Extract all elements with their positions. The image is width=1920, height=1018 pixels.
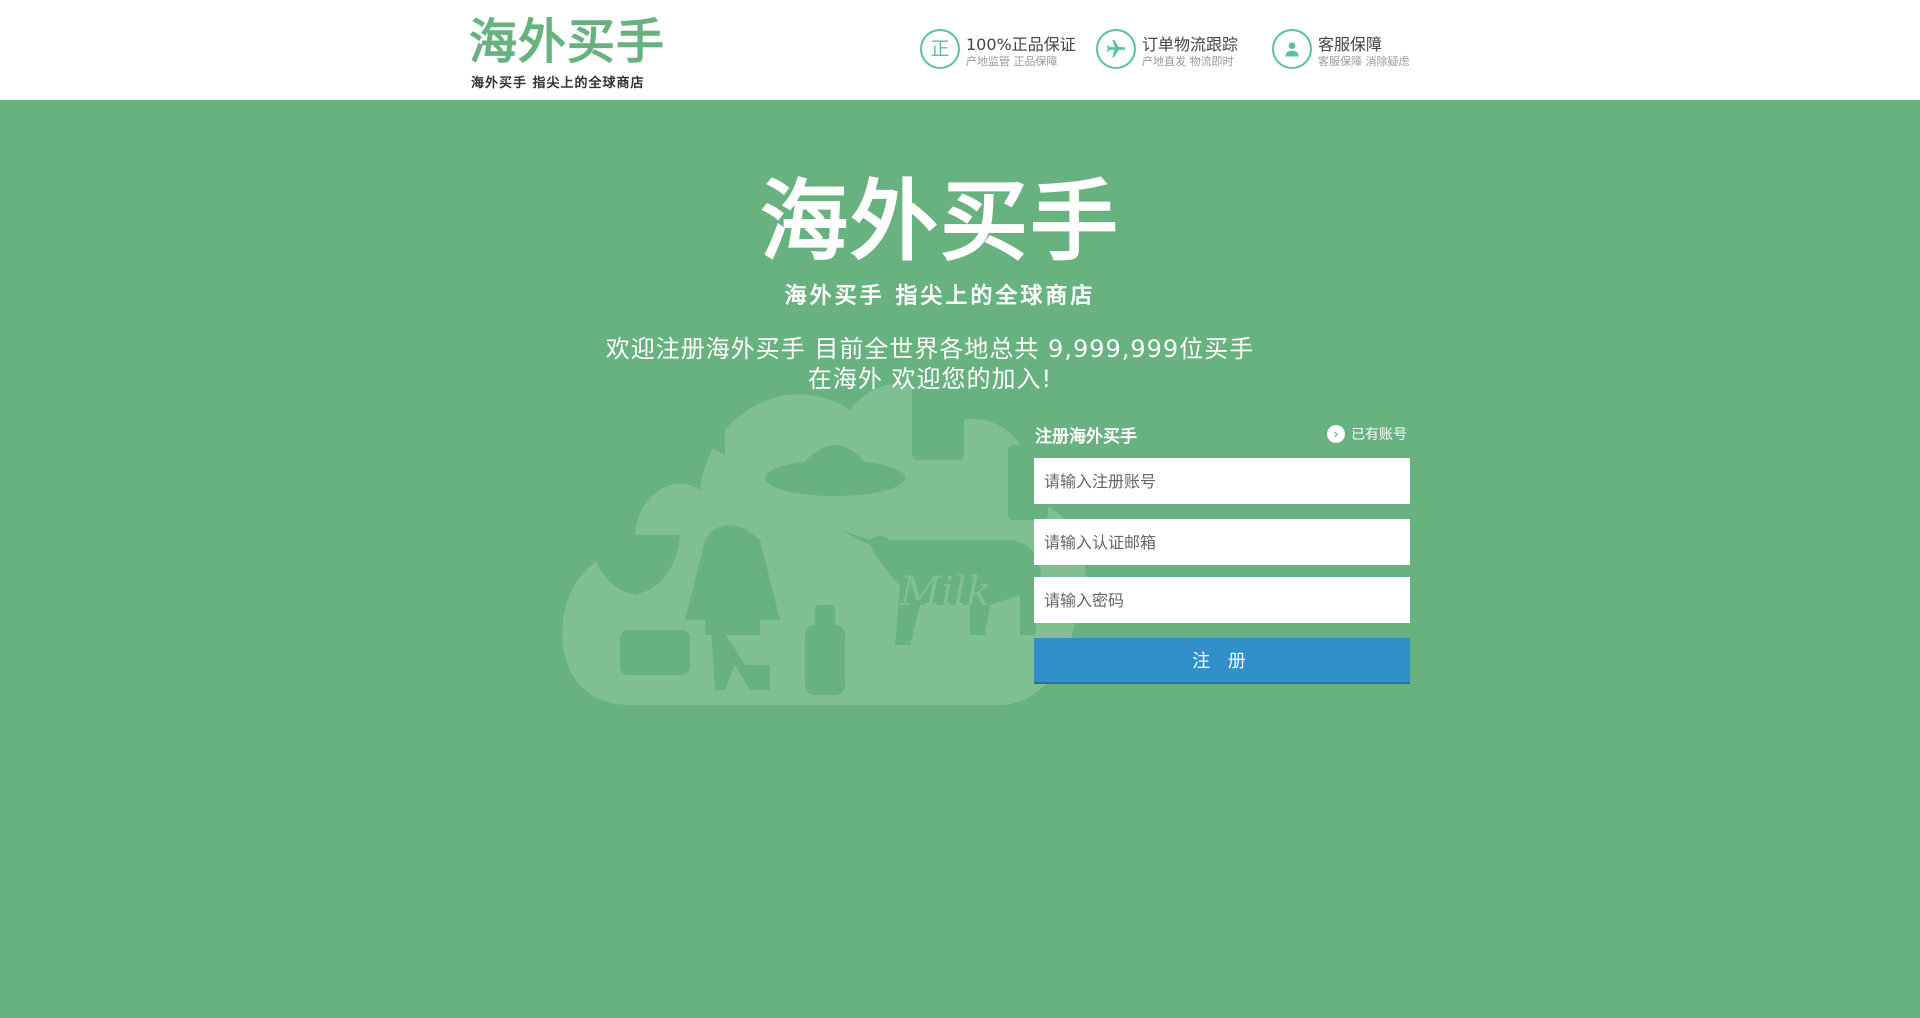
chevron-right-icon: › — [1327, 425, 1345, 443]
milk-text: Milk — [899, 569, 991, 615]
bowtie-icon — [665, 420, 725, 455]
logo-title: 海外买手 — [469, 14, 666, 70]
user-icon — [1272, 29, 1312, 69]
main-logo: 海外买手 海外买手 指尖上的全球商店 — [760, 170, 1121, 310]
feature-title: 订单物流跟踪 — [1142, 35, 1239, 54]
account-input[interactable] — [1034, 458, 1410, 504]
password-input[interactable] — [1034, 577, 1410, 623]
form-header: 注册海外买手 › 已有账号 — [1034, 420, 1410, 458]
welcome-line-2: 在海外 欢迎您的加入! — [807, 365, 1053, 393]
welcome-line-1: 欢迎注册海外买手 目前全世界各地总共 9,999,999位买手 — [605, 335, 1255, 363]
main-logo-subtitle: 海外买手 指尖上的全球商店 — [784, 284, 1096, 309]
airplane-icon — [1096, 29, 1136, 69]
logo-subtitle: 海外买手 指尖上的全球商店 — [471, 76, 645, 91]
site-logo[interactable]: 海外买手 海外买手 指尖上的全球商店 — [469, 14, 669, 91]
main-logo-title: 海外买手 — [760, 170, 1121, 273]
feature-title: 100%正品保证 — [966, 35, 1076, 54]
welcome-message: 欢迎注册海外买手 目前全世界各地总共 9,999,999位买手 在海外 欢迎您的… — [560, 334, 1300, 394]
genuine-icon: 正 — [920, 29, 960, 69]
have-account-label: 已有账号 — [1351, 427, 1407, 443]
register-form: 注册海外买手 › 已有账号 注 册 — [1034, 420, 1410, 684]
email-input[interactable] — [1034, 519, 1410, 565]
feature-subtitle: 产地监管 正品保障 — [966, 55, 1058, 68]
feature-subtitle: 产地直发 物流即时 — [1142, 55, 1234, 68]
feature-subtitle: 客服保障 消除疑虑 — [1318, 55, 1410, 68]
top-header: 海外买手 海外买手 指尖上的全球商店 正 100%正品保证 产地监管 正品保障 … — [0, 0, 1920, 100]
shopping-cloud-illustration: Milk — [562, 380, 1086, 705]
register-button[interactable]: 注 册 — [1034, 638, 1410, 684]
form-title: 注册海外买手 — [1035, 427, 1137, 447]
feature-title: 客服保障 — [1318, 35, 1383, 54]
have-account-link[interactable]: › 已有账号 — [1327, 424, 1407, 444]
